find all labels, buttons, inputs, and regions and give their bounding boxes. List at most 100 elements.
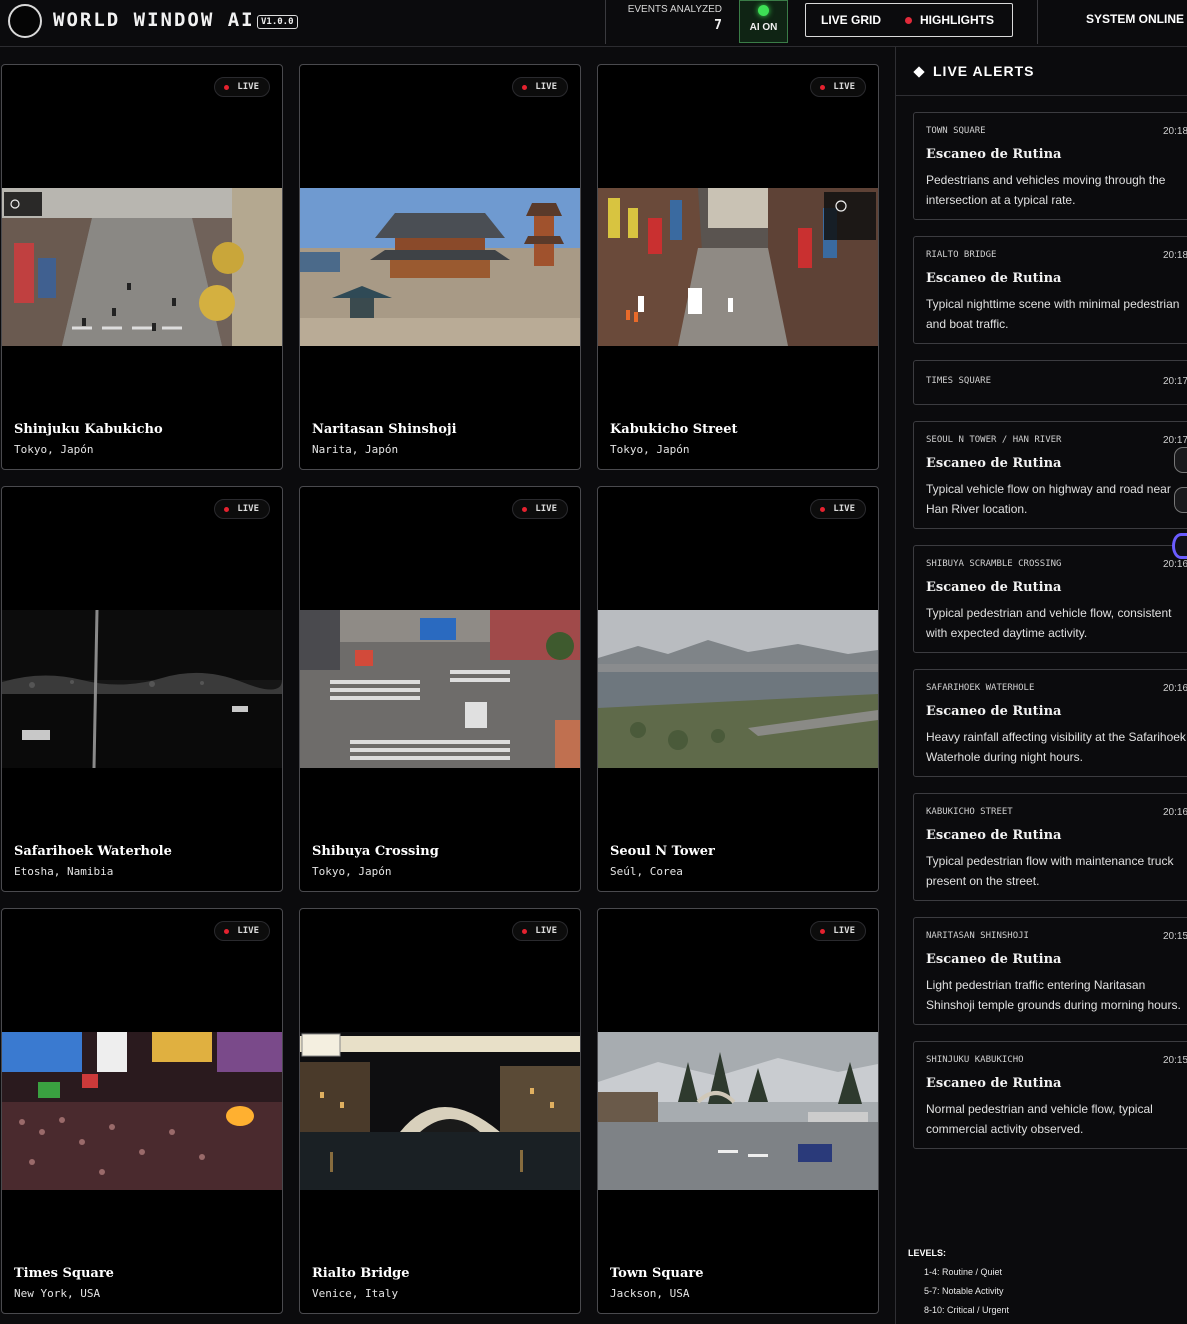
highlights-button[interactable]: HIGHLIGHTS [920, 13, 994, 27]
alert-time: 20:16 [1163, 559, 1187, 570]
scroll-handle-icon[interactable] [1174, 447, 1187, 473]
assistant-orb-icon[interactable] [1172, 533, 1187, 559]
alert-description: Typical vehicle flow on highway and road… [926, 482, 1171, 516]
camera-feed[interactable] [2, 188, 282, 346]
level-critical: 8-10: Critical / Urgent [924, 1305, 1010, 1315]
header-divider [605, 0, 606, 44]
alerts-header: LIVE ALERTS [896, 47, 1187, 96]
camera-card-safarihoek-waterhole[interactable]: LIVE Safarihoek Waterhole Etosha, Namibi… [1, 486, 283, 892]
alert-location: Town Square [926, 126, 986, 136]
alert-title: Escaneo de Rutina [926, 147, 1062, 162]
live-badge: LIVE [214, 77, 270, 97]
events-analyzed-value: 7 [714, 18, 722, 33]
alert-card[interactable]: Rialto Bridge 20:18 Escaneo de Rutina Ty… [913, 236, 1187, 344]
live-badge-label: LIVE [237, 926, 259, 936]
crossing-scene-icon [300, 610, 580, 768]
camera-feed[interactable] [598, 610, 878, 768]
camera-card-naritasan-shinshoji[interactable]: LIVE Naritasan Shinshoji Narita, Japón [299, 64, 581, 470]
camera-name: Shibuya Crossing [312, 844, 439, 859]
live-badge-label: LIVE [237, 82, 259, 92]
camera-feed[interactable] [2, 610, 282, 768]
camera-card-town-square[interactable]: LIVE Town Square Jackson, USA [597, 908, 879, 1314]
camera-location: Narita, Japón [312, 443, 399, 456]
system-status: SYSTEM ONLINE [1086, 12, 1185, 26]
camera-feed[interactable] [2, 1032, 282, 1190]
camera-card-times-square[interactable]: LIVE Times Square New York, USA [1, 908, 283, 1314]
highlights-dot-icon [905, 17, 912, 24]
live-badge-label: LIVE [833, 504, 855, 514]
alert-card[interactable]: Shinjuku Kabukicho 20:15 Escaneo de Ruti… [913, 1041, 1187, 1149]
street-scene-icon [598, 188, 878, 346]
camera-name: Safarihoek Waterhole [14, 844, 172, 859]
live-badge: LIVE [512, 921, 568, 941]
alert-time: 20:15 [1163, 1055, 1187, 1066]
ai-status-toggle[interactable]: AI ON [739, 0, 788, 43]
live-badge: LIVE [214, 921, 270, 941]
live-dot-icon [522, 85, 528, 90]
live-badge-label: LIVE [535, 926, 557, 936]
camera-location: New York, USA [14, 1287, 101, 1300]
camera-location: Tokyo, Japón [312, 865, 392, 878]
top-bar: WORLD WINDOW AI V1.0.0 EVENTS ANALYZED 7… [0, 0, 1187, 47]
live-dot-icon [522, 929, 528, 934]
scroll-handle-icon[interactable] [1174, 487, 1187, 513]
camera-card-rialto-bridge[interactable]: LIVE Rialto Bridge Venice, Italy [299, 908, 581, 1314]
alert-card[interactable]: Naritasan Shinshoji 20:15 Escaneo de Rut… [913, 917, 1187, 1025]
camera-card-shinjuku-kabukicho[interactable]: LIVE Shinjuku Kabukicho Tokyo, Japón [1, 64, 283, 470]
alert-location: Shibuya Scramble Crossing [926, 559, 1062, 569]
night-scene-icon [2, 610, 282, 768]
live-dot-icon [522, 507, 528, 512]
alert-title: Escaneo de Rutina [926, 580, 1062, 595]
alert-description: Light pedestrian traffic entering Narita… [926, 978, 1181, 1012]
alert-card[interactable]: Town Square 20:18 Escaneo de Rutina Pede… [913, 112, 1187, 220]
street-scene-icon [2, 188, 282, 346]
live-badge: LIVE [810, 77, 866, 97]
live-dot-icon [224, 507, 230, 512]
live-alerts-panel: LIVE ALERTS Town Square 20:18 Escaneo de… [895, 47, 1187, 1324]
alert-location: Rialto Bridge [926, 250, 997, 260]
live-badge-label: LIVE [833, 926, 855, 936]
camera-location: Etosha, Namibia [14, 865, 114, 878]
live-dot-icon [224, 929, 230, 934]
camera-card-kabukicho-street[interactable]: LIVE Kabukicho Street Tokyo, Japón [597, 64, 879, 470]
levels-title: LEVELS: [908, 1248, 947, 1258]
live-badge: LIVE [810, 921, 866, 941]
alert-time: 20:18 [1163, 126, 1187, 137]
live-badge-label: LIVE [237, 504, 259, 514]
alert-location: Kabukicho Street [926, 807, 1013, 817]
camera-location: Seúl, Corea [610, 865, 683, 878]
camera-card-shibuya-crossing[interactable]: LIVE Shibuya Crossing Tokyo, Japón [299, 486, 581, 892]
live-dot-icon [820, 507, 826, 512]
alert-card[interactable]: Safarihoek Waterhole 20:16 Escaneo de Ru… [913, 669, 1187, 777]
level-notable: 5-7: Notable Activity [924, 1286, 1004, 1296]
alert-card[interactable]: Shibuya Scramble Crossing 20:16 Escaneo … [913, 545, 1187, 653]
app-title: WORLD WINDOW AI [53, 9, 255, 31]
river-scene-icon [598, 610, 878, 768]
alert-time: 20:16 [1163, 683, 1187, 694]
live-badge-label: LIVE [535, 82, 557, 92]
alert-time: 20:15 [1163, 931, 1187, 942]
alert-card[interactable]: Times Square 20:17 [913, 360, 1187, 405]
diamond-icon [913, 66, 925, 78]
camera-location: Jackson, USA [610, 1287, 690, 1300]
alert-location: Shinjuku Kabukicho [926, 1055, 1024, 1065]
alert-location: Times Square [926, 376, 992, 386]
live-badge-label: LIVE [535, 504, 557, 514]
alert-time: 20:16 [1163, 807, 1187, 818]
logo-ring-icon [8, 4, 42, 38]
alert-time: 20:18 [1163, 250, 1187, 261]
alert-title: Escaneo de Rutina [926, 704, 1062, 719]
events-analyzed-label: EVENTS ANALYZED [627, 4, 722, 15]
camera-feed[interactable] [300, 188, 580, 346]
live-grid-button[interactable]: LIVE GRID [821, 13, 881, 27]
camera-feed[interactable] [300, 610, 580, 768]
alert-card[interactable]: Seoul N Tower / Han River 20:17 Escaneo … [913, 421, 1187, 529]
header-divider [1037, 0, 1038, 44]
camera-feed[interactable] [598, 188, 878, 346]
alert-title: Escaneo de Rutina [926, 271, 1062, 286]
alert-card[interactable]: Kabukicho Street 20:16 Escaneo de Rutina… [913, 793, 1187, 901]
live-badge: LIVE [512, 77, 568, 97]
camera-feed[interactable] [598, 1032, 878, 1190]
camera-card-seoul-n-tower[interactable]: LIVE Seoul N Tower Seúl, Corea [597, 486, 879, 892]
camera-feed[interactable] [300, 1032, 580, 1190]
